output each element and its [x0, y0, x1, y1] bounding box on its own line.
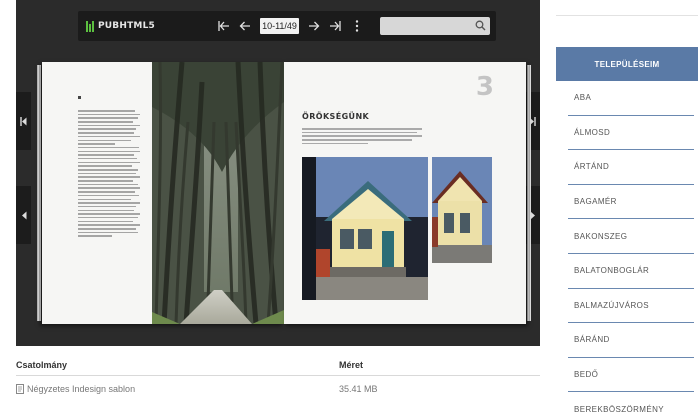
flipbook-viewer: PUBHTML5 10-11/49 3 ÖRÖKSÉGÜNK: [16, 0, 540, 346]
prev-page-button[interactable]: [236, 16, 254, 36]
table-row[interactable]: Négyzetes Indesign sablon 35.41 MB: [16, 382, 540, 398]
right-page-stack: [527, 65, 531, 321]
next-page-button[interactable]: [305, 16, 323, 36]
viewer-search-input[interactable]: [380, 17, 490, 35]
search-icon: [475, 20, 486, 31]
sidebar-top-box: [556, 0, 698, 16]
sidebar-title: TELEPÜLÉSEIM: [556, 47, 698, 81]
left-page[interactable]: [42, 62, 284, 324]
first-page-button[interactable]: [215, 16, 233, 36]
left-page-stack: [37, 65, 41, 321]
first-page-icon: [20, 116, 27, 126]
prev-page-icon: [21, 211, 26, 219]
sidebar-item-balmazujvaros[interactable]: BALMAZÚJVÁROS: [568, 289, 694, 324]
body-text-block: [78, 110, 140, 239]
logo-text: PUBHTML5: [98, 21, 155, 31]
left-first-page-tab[interactable]: [16, 92, 31, 150]
sidebar-item-balatonboglar[interactable]: BALATONBOGLÁR: [568, 254, 694, 289]
size-column-header: Méret: [339, 360, 364, 370]
open-book[interactable]: 3 ÖRÖKSÉGÜNK: [37, 62, 531, 324]
house-photo-main: [302, 157, 428, 300]
attachment-link[interactable]: Négyzetes Indesign sablon: [27, 384, 135, 394]
sidebar-item-berekboszormeny[interactable]: BEREKBÖSZÖRMÉNY: [568, 392, 694, 417]
attachment-column-header: Csatolmány: [16, 360, 68, 370]
viewer-toolbar: PUBHTML5 10-11/49: [78, 11, 496, 41]
first-page-icon: [218, 21, 229, 31]
sidebar-item-barand[interactable]: BÁRÁND: [568, 323, 694, 358]
page-indicator[interactable]: 10-11/49: [260, 18, 299, 34]
pubhtml5-logo: PUBHTML5: [86, 19, 155, 33]
forest-avenue-photo: [152, 62, 284, 324]
more-options-icon: [355, 20, 359, 32]
logo-mark-icon: [86, 20, 95, 32]
sidebar-item-aba[interactable]: ABA: [568, 81, 694, 116]
attachment-size: 35.41 MB: [339, 384, 378, 394]
left-prev-page-tab[interactable]: [16, 186, 31, 244]
intro-text-block: [302, 128, 422, 146]
sidebar-item-almosd[interactable]: ÁLMOSD: [568, 116, 694, 151]
document-icon: [16, 384, 24, 394]
section-title: ÖRÖKSÉGÜNK: [302, 112, 370, 121]
right-page[interactable]: 3 ÖRÖKSÉGÜNK: [284, 62, 526, 324]
last-page-button[interactable]: [326, 16, 344, 36]
sidebar-item-bedo[interactable]: BEDŐ: [568, 358, 694, 393]
prev-page-icon: [239, 21, 250, 31]
house-photo-side: [432, 157, 492, 263]
settlement-list: ABA ÁLMOSD ÁRTÁND BAGAMÉR BAKONSZEG BALA…: [556, 81, 698, 417]
sidebar-item-artand[interactable]: ÁRTÁND: [568, 150, 694, 185]
sidebar-item-bagamer[interactable]: BAGAMÉR: [568, 185, 694, 220]
chapter-number: 3: [475, 72, 494, 102]
sidebar-item-bakonszeg[interactable]: BAKONSZEG: [568, 219, 694, 254]
page-marker: [78, 96, 81, 99]
next-page-icon: [309, 21, 320, 31]
attachments-table-header: Csatolmány Méret: [16, 358, 540, 376]
more-options-button[interactable]: [348, 16, 366, 36]
last-page-icon: [330, 21, 341, 31]
